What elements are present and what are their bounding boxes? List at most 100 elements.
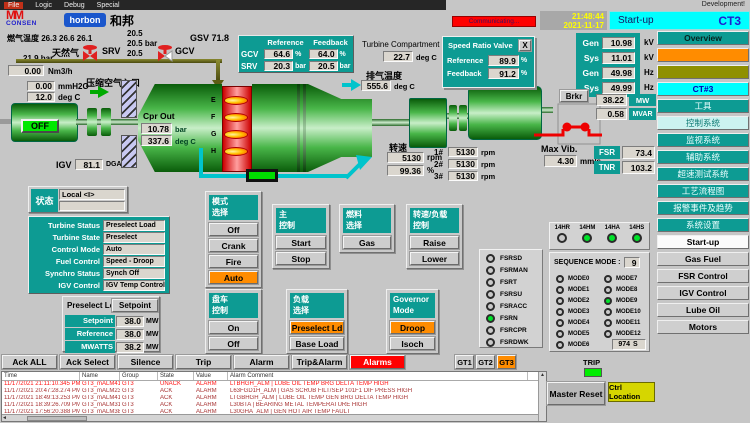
alarm-bar-button[interactable]: Alarms [350,355,405,369]
mode-button[interactable]: Off [209,223,258,236]
fuel-button[interactable]: Gas [343,236,391,249]
alarm-comment: L63FGD1H_ALM | GAS SCRUB FILT/SEP 101F1 … [228,388,528,395]
shaft [372,119,410,126]
fuel-flow-field: 0.00 [8,65,44,76]
row-label: Reference [447,56,488,65]
alarm-bar-button[interactable]: Trip [176,355,231,369]
motor-state-button[interactable]: OFF [21,119,59,133]
menu-item[interactable]: Special [97,2,120,9]
sidebar-button[interactable]: Lube Oil [657,303,749,317]
alarm-bar-button[interactable]: Alarm [234,355,289,369]
alarm-row[interactable]: 11/17/2021 18:49:13.253 PM GT3_mALM419 G… [2,395,538,402]
turning-gear-button[interactable]: On [209,321,258,334]
alarm-bar-button[interactable]: Trip&Alarm [292,355,347,369]
horbon-logo: horbon [64,13,106,27]
alarm-bar-button[interactable]: Ack ALL [2,355,57,369]
turbine-compartment-field: 22.7 [383,51,413,62]
reference-field: 20.3 [264,61,293,71]
sidebar-button[interactable] [657,48,749,62]
governor-button[interactable]: Droop [390,321,435,334]
sidebar-button[interactable]: 工艺流程图 [657,184,749,198]
sidebar-button[interactable]: 监视系统 [657,133,749,147]
preselect-row-field: 38.0 [116,329,144,340]
vertical-scrollbar[interactable]: ▲ [538,372,546,421]
alarm-column-header[interactable]: Name [80,372,120,380]
alarm-column-header[interactable]: Value [194,372,228,380]
sidebar-button[interactable]: Overview [657,31,749,45]
menu-item[interactable]: Logic [35,2,52,9]
horizontal-scrollbar[interactable]: ◄ [2,414,538,421]
alarm-column-header[interactable]: Group [120,372,158,380]
sidebar-button[interactable]: 系统设置 [657,218,749,232]
mode-label: MODE8 [616,287,637,293]
status-row: IGV Control IGV Temp Control [31,279,167,291]
shaft-speed-list: 1# 5130 rpm 2# 5130 rpm 3# 5130 rpm [434,146,495,182]
consen-logo: MM CONSEN [6,11,37,27]
can-label: E [211,97,216,104]
gt-select-button[interactable]: GT1 [455,355,474,369]
indicator-lamp-icon [632,233,642,243]
sidebar-button[interactable]: IGV Control [657,286,749,300]
load-select-button[interactable]: Base Load [290,337,344,350]
alarm-value: ALARM [194,388,228,395]
master-button[interactable]: Stop [276,252,326,265]
can-label: H [211,148,216,155]
master-reset-button[interactable]: Master Reset [547,382,605,405]
alarm-bar-button[interactable]: Ack Select [60,355,115,369]
mode-button[interactable]: Auto [209,271,258,284]
fuel-select-panel: 燃料选择 Gas [339,204,395,253]
speed-load-button[interactable]: Lower [410,252,459,265]
air-flow-arrow-icon [98,86,109,98]
speed-load-button[interactable]: Raise [410,236,459,249]
sidebar-button[interactable]: Start-up [657,235,749,249]
alarm-column-header[interactable]: Time [2,372,80,380]
menu-item[interactable]: Debug [64,2,85,9]
panel-header: 盘车控制 [209,293,258,318]
sidebar-button[interactable]: 辅助系统 [657,150,749,164]
alarm-column-header[interactable]: State [158,372,194,380]
master-button[interactable]: Start [276,236,326,249]
ctrl-location-button[interactable]: Ctrl Location [608,382,655,402]
fsr-signal-label: FSRSU [500,291,522,298]
alarm-group: GT3 [120,388,158,395]
gt-select-button[interactable]: GT2 [476,355,495,369]
sidebar-button[interactable]: 控制系统 [657,116,749,130]
sidebar-button[interactable]: Motors [657,320,749,334]
mode-button[interactable]: Fire [209,255,258,268]
electrical-row: Sys 11.01 kV [576,50,670,65]
governor-button[interactable]: Isoch [390,337,435,350]
load-select-button[interactable]: Preselect Ld [290,321,344,334]
relay-14h-panel: 14HR 14HM 14HA 14HS [549,222,650,250]
alarm-bar-button[interactable]: Silence [118,355,173,369]
alarm-row[interactable]: 11/17/2021 18:39:26.709 PM GT3_mALM318 G… [2,402,538,409]
mode-label: MODE7 [616,276,637,282]
srv-window-row: Feedback 91.2 % [443,67,534,80]
sidebar-button[interactable]: 超速测试系统 [657,167,749,181]
gcv-srv-ref-fb-panel: Reference Feedback GCV 64.6 % 64.0 % SRV… [238,35,354,73]
mode-button[interactable]: Crank [209,239,258,252]
close-icon[interactable]: X [519,40,531,51]
fsr-indicator-row: FSRACC [480,300,542,312]
gt-select-button[interactable]: GT3 [497,355,516,369]
alarm-column-header[interactable]: Alarm Comment [228,372,528,380]
reference-header: Reference [263,38,308,47]
flame-icon [224,113,248,122]
cpr-temp-field: 337.6 [141,135,172,146]
sidebar-button[interactable]: Gas Fuel [657,252,749,266]
sidebar-button[interactable]: 工具 [657,99,749,113]
scrollbar-thumb[interactable] [27,416,87,421]
relay-indicator: 14HM [579,223,595,249]
sidebar-button[interactable] [657,65,749,79]
shaft-speed-row: 2# 5130 rpm [434,158,495,170]
status-row: Turbine State Preselect [31,231,167,243]
turning-gear-button[interactable]: Off [209,337,258,350]
status-label: Fuel Control [31,257,103,266]
alarm-row[interactable]: 11/17/2021 20:47:28.274 PM GT3_mALM233 G… [2,388,538,395]
screen-mode: Start-up [618,15,654,26]
breaker-button[interactable]: Brkr [560,90,588,102]
alarm-row[interactable]: 11/17/2021 21:11:10.345 PM GT3_mALM417 G… [2,381,538,388]
sidebar-button[interactable]: CT#3 [657,82,749,96]
sidebar-button[interactable]: FSR Control [657,269,749,283]
sidebar-button[interactable]: 报警事件及趋势 [657,201,749,215]
setpoint-button[interactable]: Setpoint [112,299,158,312]
